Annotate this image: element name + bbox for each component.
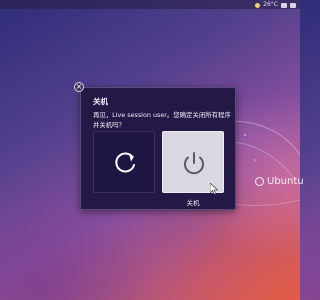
- close-button[interactable]: ×: [74, 82, 84, 92]
- temperature-label: 26°C: [263, 1, 278, 8]
- restart-button[interactable]: [93, 131, 155, 193]
- restart-icon: [115, 152, 135, 173]
- weather-icon: [255, 3, 261, 8]
- battery-icon[interactable]: [281, 3, 287, 8]
- ubuntu-logo: Ubuntu: [255, 176, 304, 187]
- power-menu-icon[interactable]: [290, 3, 296, 8]
- ubuntu-brand-text: Ubuntu: [267, 176, 304, 187]
- mouse-cursor-icon: [210, 183, 218, 195]
- circle-of-friends-icon: [255, 177, 264, 186]
- dialog-title: 关机: [93, 97, 108, 106]
- top-panel: 26°C: [0, 0, 300, 9]
- shutdown-label: 关机: [186, 199, 200, 207]
- close-icon: ×: [75, 82, 83, 91]
- dialog-message: 再见，Live session user。您确定关闭所有程序并关机吗？: [93, 111, 231, 129]
- panel-indicators[interactable]: 26°C: [255, 0, 296, 9]
